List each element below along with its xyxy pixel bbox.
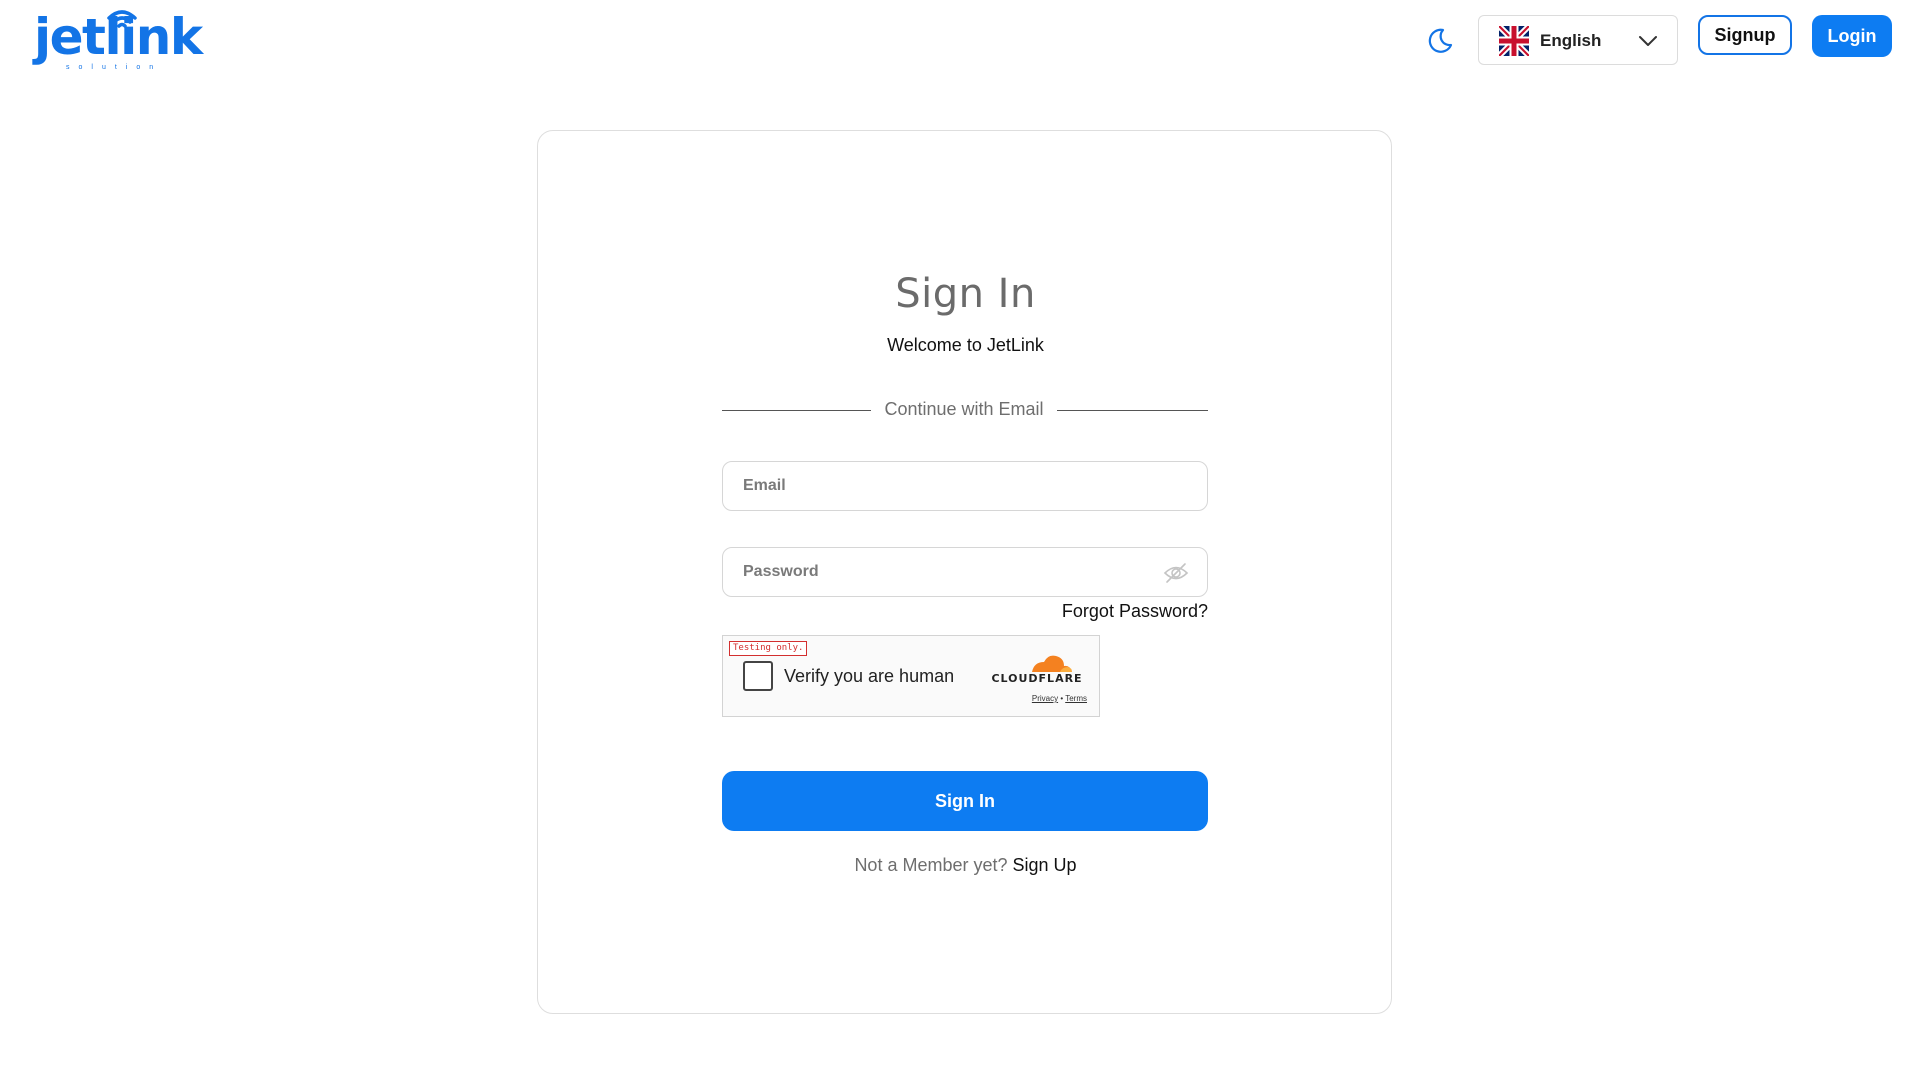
top-navbar: jetlink solution English Signup Login (0, 0, 1920, 80)
eye-off-icon[interactable] (1163, 561, 1189, 585)
email-field-wrapper (722, 461, 1208, 511)
captcha-privacy-link[interactable]: Privacy (1032, 694, 1058, 703)
login-button[interactable]: Login (1812, 15, 1892, 57)
forgot-password-link[interactable]: Forgot Password? (1058, 601, 1208, 622)
signup-link[interactable]: Sign Up (1013, 855, 1077, 875)
password-input[interactable] (723, 548, 1207, 596)
password-field-wrapper (722, 547, 1208, 597)
uk-flag-icon (1499, 26, 1529, 56)
captcha-links-separator: • (1060, 694, 1064, 703)
captcha-testing-badge: Testing only. (729, 641, 808, 656)
signin-button[interactable]: Sign In (722, 771, 1208, 831)
chevron-down-icon (1639, 36, 1657, 46)
captcha-terms-link[interactable]: Terms (1065, 694, 1087, 703)
captcha-links: Privacy • Terms (987, 694, 1087, 703)
logo-text: jetlink (34, 8, 203, 66)
signup-prompt: Not a Member yet? Sign Up (538, 855, 1393, 876)
logo-subtext: solution (66, 64, 163, 71)
cloudflare-wordmark: CLOUDFLARE (991, 672, 1083, 685)
divider-line-left (722, 410, 871, 411)
captcha-checkbox[interactable] (743, 661, 773, 691)
email-input[interactable] (723, 462, 1207, 510)
signup-button[interactable]: Signup (1698, 15, 1792, 55)
jetlink-logo[interactable]: jetlink solution (34, 8, 203, 72)
theme-toggle-button[interactable] (1424, 25, 1456, 57)
signin-card: Sign In Welcome to JetLink Continue with… (537, 130, 1392, 1014)
member-question: Not a Member yet? (854, 855, 1008, 875)
captcha-label: Verify you are human (784, 666, 955, 686)
email-divider: Continue with Email (722, 399, 1208, 421)
divider-text: Continue with Email (884, 399, 1044, 419)
moon-icon (1428, 28, 1453, 53)
page-title: Sign In (895, 271, 1036, 317)
captcha-widget: Testing only. Verify you are human CLOUD… (722, 635, 1100, 717)
divider-line-right (1057, 410, 1208, 411)
language-label: English (1540, 31, 1602, 50)
welcome-subtitle: Welcome to JetLink (887, 335, 1044, 355)
language-select[interactable]: English (1478, 15, 1678, 65)
